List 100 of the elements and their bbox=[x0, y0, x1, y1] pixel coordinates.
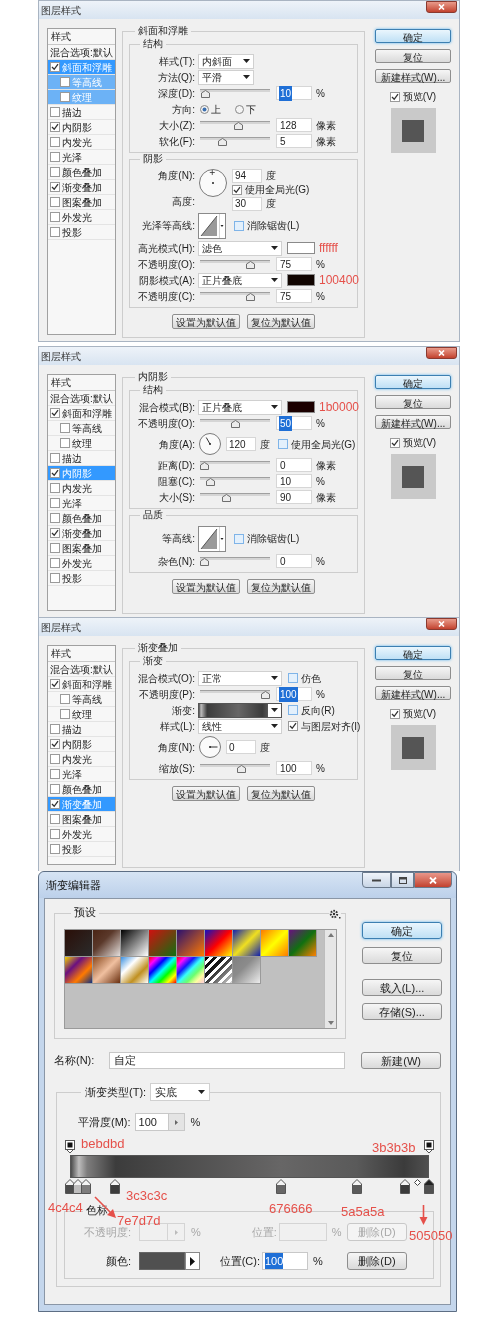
dropdown[interactable]: 滤色 bbox=[198, 240, 282, 256]
slider-thumb[interactable] bbox=[236, 765, 246, 773]
style-item[interactable]: 渐变叠加 bbox=[48, 526, 115, 541]
checkbox[interactable] bbox=[50, 212, 60, 222]
style-item[interactable]: 图案叠加 bbox=[48, 541, 115, 556]
style-item[interactable]: 描边 bbox=[48, 722, 115, 737]
slider-thumb[interactable] bbox=[200, 558, 209, 566]
gradient-preset[interactable] bbox=[121, 930, 149, 957]
checkbox[interactable] bbox=[50, 122, 60, 132]
checkbox[interactable] bbox=[50, 513, 60, 523]
default-button[interactable]: 复位为默认值 bbox=[247, 314, 315, 329]
color-swatch[interactable] bbox=[139, 1252, 185, 1270]
slider[interactable] bbox=[200, 418, 270, 428]
style-item[interactable]: 图案叠加 bbox=[48, 195, 115, 210]
contour-picker[interactable] bbox=[198, 525, 226, 552]
checkbox[interactable] bbox=[234, 220, 244, 231]
value-field[interactable]: 50 bbox=[276, 416, 312, 430]
dropdown[interactable]: 实底 bbox=[150, 1083, 211, 1101]
style-item[interactable]: 图案叠加 bbox=[48, 812, 115, 827]
slider[interactable] bbox=[200, 460, 270, 470]
value-field[interactable]: 120 bbox=[226, 437, 256, 451]
radio-button[interactable] bbox=[235, 104, 244, 114]
checkbox[interactable] bbox=[50, 724, 60, 734]
slider-thumb[interactable] bbox=[230, 420, 240, 428]
gradient-preset[interactable] bbox=[205, 957, 233, 984]
gradient-picker[interactable] bbox=[198, 702, 282, 718]
dialog-button[interactable]: 复位 bbox=[375, 666, 451, 680]
settings-icon[interactable] bbox=[329, 908, 341, 920]
slider[interactable] bbox=[200, 476, 270, 486]
arrow-button[interactable] bbox=[185, 1252, 200, 1270]
checkbox[interactable] bbox=[288, 705, 298, 715]
slider-thumb[interactable] bbox=[206, 478, 216, 486]
slider-thumb[interactable] bbox=[245, 261, 255, 269]
delete-button[interactable]: 删除(D) bbox=[347, 1252, 407, 1270]
checkbox[interactable] bbox=[60, 423, 70, 433]
dialog-button[interactable]: 复位 bbox=[375, 49, 451, 63]
slider-thumb[interactable] bbox=[245, 293, 255, 301]
slider[interactable] bbox=[200, 763, 270, 773]
checkbox[interactable] bbox=[50, 844, 60, 854]
slider-thumb[interactable] bbox=[261, 691, 270, 699]
slider[interactable] bbox=[200, 556, 270, 566]
slider-thumb[interactable] bbox=[201, 90, 211, 98]
checkbox[interactable] bbox=[389, 91, 400, 102]
checkbox[interactable] bbox=[60, 709, 70, 719]
opacity-stop[interactable] bbox=[424, 1140, 434, 1153]
dropdown[interactable]: 正片叠底 bbox=[198, 399, 282, 415]
color-swatch[interactable] bbox=[287, 274, 315, 286]
value-field[interactable]: 0 bbox=[276, 554, 312, 568]
checkbox[interactable] bbox=[50, 167, 60, 177]
checkbox[interactable] bbox=[50, 784, 60, 794]
dialog-button[interactable]: 新建(W) bbox=[361, 1051, 441, 1069]
contour-picker[interactable] bbox=[198, 212, 226, 239]
checkbox[interactable] bbox=[50, 408, 60, 418]
checkbox[interactable] bbox=[288, 721, 298, 731]
style-item[interactable]: 内发光 bbox=[48, 135, 115, 150]
color-stop[interactable] bbox=[109, 1179, 120, 1194]
dropdown[interactable]: 正片叠底 bbox=[198, 272, 282, 288]
checkbox[interactable] bbox=[60, 438, 70, 448]
checkbox[interactable] bbox=[288, 673, 298, 683]
value-field[interactable]: 5 bbox=[276, 134, 312, 148]
checkbox[interactable] bbox=[50, 62, 60, 72]
style-item[interactable]: 等高线 bbox=[48, 692, 115, 707]
checkbox[interactable] bbox=[50, 558, 60, 568]
style-item[interactable]: 描边 bbox=[48, 105, 115, 120]
checkbox[interactable] bbox=[60, 92, 70, 102]
number-stepper[interactable]: 100 bbox=[134, 1113, 185, 1131]
value-field[interactable]: 100 bbox=[276, 761, 312, 775]
dialog-button[interactable]: 复位 bbox=[375, 395, 451, 409]
style-item[interactable]: 内发光 bbox=[48, 752, 115, 767]
slider[interactable] bbox=[200, 492, 270, 502]
checkbox[interactable] bbox=[278, 439, 288, 449]
value-field[interactable]: 10 bbox=[276, 86, 312, 100]
slider[interactable] bbox=[200, 88, 270, 98]
value-field[interactable]: 75 bbox=[276, 289, 312, 303]
radio-button[interactable] bbox=[200, 104, 209, 114]
checkbox[interactable] bbox=[50, 227, 60, 237]
dialog-button[interactable]: 确定 bbox=[375, 646, 451, 660]
dropdown[interactable]: 正常 bbox=[198, 670, 282, 686]
style-item[interactable]: 光泽 bbox=[48, 767, 115, 782]
style-item[interactable]: 颜色叠加 bbox=[48, 165, 115, 180]
checkbox[interactable] bbox=[50, 468, 60, 478]
slider-thumb[interactable] bbox=[218, 138, 228, 146]
default-button[interactable]: 设置为默认值 bbox=[172, 579, 240, 594]
slider[interactable] bbox=[200, 689, 270, 699]
close-button[interactable] bbox=[414, 872, 452, 888]
value-field[interactable]: 94 bbox=[232, 168, 262, 183]
checkbox[interactable] bbox=[50, 573, 60, 583]
style-item[interactable]: 投影 bbox=[48, 842, 115, 857]
color-swatch[interactable] bbox=[287, 242, 315, 254]
dialog-button[interactable]: 确定 bbox=[362, 922, 442, 939]
default-button[interactable]: 复位为默认值 bbox=[247, 786, 315, 801]
color-stop[interactable] bbox=[352, 1179, 363, 1194]
close-button[interactable] bbox=[426, 347, 457, 359]
checkbox[interactable] bbox=[60, 694, 70, 704]
dialog-button[interactable]: 确定 bbox=[375, 375, 451, 389]
style-item[interactable]: 光泽 bbox=[48, 150, 115, 165]
checkbox[interactable] bbox=[50, 679, 60, 689]
close-button[interactable] bbox=[426, 618, 457, 630]
dialog-button[interactable]: 复位 bbox=[362, 947, 442, 964]
value-field[interactable]: 75 bbox=[276, 257, 312, 271]
